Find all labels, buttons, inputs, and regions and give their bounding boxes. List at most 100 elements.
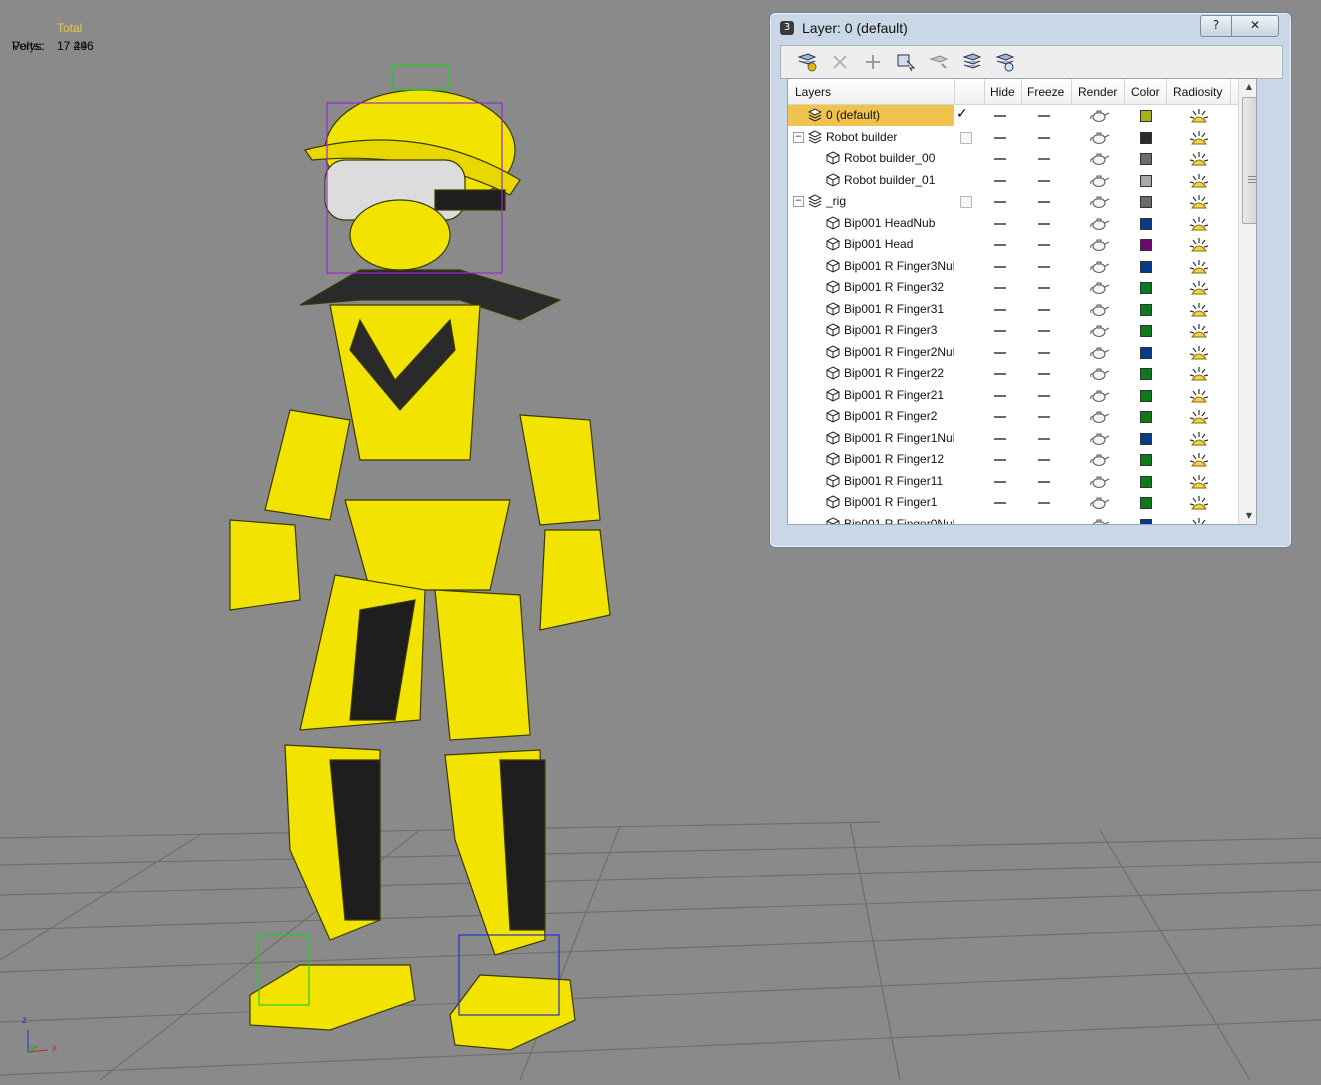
radiosity-icon[interactable] bbox=[1188, 472, 1210, 492]
hide-toggle[interactable] bbox=[994, 373, 1006, 375]
layer-row[interactable]: Bip001 R Finger0Nub bbox=[788, 514, 1256, 525]
hide-toggle[interactable] bbox=[994, 480, 1006, 483]
hide-toggle[interactable] bbox=[994, 351, 1006, 354]
layer-row[interactable]: Bip001 R Finger3 bbox=[788, 320, 1256, 342]
freeze-toggle[interactable] bbox=[1038, 416, 1050, 418]
render-teapot-icon[interactable] bbox=[1088, 217, 1110, 231]
layer-color-swatch[interactable] bbox=[1140, 432, 1152, 445]
radiosity-icon[interactable] bbox=[1188, 171, 1210, 191]
layer-color-swatch[interactable] bbox=[1140, 217, 1152, 230]
column-radiosity[interactable]: Radiosity bbox=[1173, 85, 1222, 99]
hide-toggle[interactable] bbox=[994, 136, 1006, 139]
render-teapot-icon[interactable] bbox=[1088, 260, 1110, 274]
layer-name-cell[interactable]: Bip001 R Finger0Nub bbox=[788, 514, 954, 524]
add-to-layer-icon[interactable] bbox=[862, 51, 884, 73]
layer-color-swatch[interactable] bbox=[1140, 303, 1152, 316]
layer-row[interactable]: Bip001 HeadNub bbox=[788, 213, 1256, 235]
freeze-toggle[interactable] bbox=[1038, 394, 1050, 397]
render-teapot-icon[interactable] bbox=[1088, 432, 1110, 446]
layer-name-cell[interactable]: Robot builder_00 bbox=[788, 148, 954, 169]
layer-row[interactable]: Bip001 R Finger11 bbox=[788, 471, 1256, 493]
layer-row[interactable]: Bip001 R Finger21 bbox=[788, 385, 1256, 407]
vertical-scrollbar[interactable]: ▲ ▼ bbox=[1238, 79, 1256, 524]
freeze-toggle[interactable] bbox=[1038, 437, 1050, 440]
hide-toggle[interactable] bbox=[994, 459, 1006, 461]
hide-toggle[interactable] bbox=[994, 115, 1006, 117]
layer-color-swatch[interactable] bbox=[1140, 110, 1152, 122]
layer-row[interactable]: Bip001 R Finger22 bbox=[788, 363, 1256, 385]
dialog-titlebar[interactable]: 3 Layer: 0 (default) ? ✕ bbox=[770, 13, 1291, 43]
active-layer-check-icon[interactable]: ✓ bbox=[956, 106, 972, 122]
scroll-thumb[interactable] bbox=[1242, 97, 1256, 224]
layer-color-swatch[interactable] bbox=[1140, 174, 1152, 187]
scroll-up-icon[interactable]: ▲ bbox=[1243, 82, 1255, 94]
layer-row[interactable]: Bip001 R Finger32 bbox=[788, 277, 1256, 299]
layer-color-swatch[interactable] bbox=[1140, 346, 1152, 359]
layer-row[interactable]: Bip001 R Finger3Nub bbox=[788, 256, 1256, 278]
layer-row[interactable]: Bip001 R Finger1Nub bbox=[788, 428, 1256, 450]
freeze-toggle[interactable] bbox=[1038, 373, 1050, 375]
layer-color-swatch[interactable] bbox=[1140, 411, 1152, 423]
radiosity-icon[interactable] bbox=[1188, 128, 1210, 148]
freeze-toggle[interactable] bbox=[1038, 523, 1050, 524]
column-hide[interactable]: Hide bbox=[990, 85, 1015, 99]
hide-toggle[interactable] bbox=[994, 437, 1006, 440]
hide-toggle[interactable] bbox=[994, 287, 1006, 289]
radiosity-icon[interactable] bbox=[1188, 364, 1210, 384]
render-teapot-icon[interactable] bbox=[1088, 238, 1110, 252]
render-teapot-icon[interactable] bbox=[1088, 109, 1110, 123]
layer-name-cell[interactable]: − Robot builder bbox=[788, 127, 954, 148]
layer-row[interactable]: − Robot builder bbox=[788, 127, 1256, 149]
radiosity-icon[interactable] bbox=[1188, 192, 1210, 212]
render-teapot-icon[interactable] bbox=[1088, 389, 1110, 403]
layer-color-swatch[interactable] bbox=[1140, 131, 1152, 144]
layer-color-swatch[interactable] bbox=[1140, 282, 1152, 294]
layer-name-cell[interactable]: Bip001 R Finger31 bbox=[788, 299, 954, 320]
layer-row[interactable]: Bip001 R Finger2 bbox=[788, 406, 1256, 428]
active-layer-checkbox[interactable] bbox=[960, 131, 972, 144]
close-button[interactable]: ✕ bbox=[1231, 15, 1279, 37]
render-teapot-icon[interactable] bbox=[1088, 453, 1110, 467]
freeze-toggle[interactable] bbox=[1038, 287, 1050, 289]
radiosity-icon[interactable] bbox=[1188, 450, 1210, 470]
render-teapot-icon[interactable] bbox=[1088, 131, 1110, 145]
freeze-toggle[interactable] bbox=[1038, 330, 1050, 332]
layer-name-cell[interactable]: Bip001 R Finger1 bbox=[788, 492, 954, 513]
layer-row[interactable]: − _rig bbox=[788, 191, 1256, 213]
radiosity-icon[interactable] bbox=[1188, 235, 1210, 255]
layer-name-cell[interactable]: 0 (default) bbox=[788, 105, 954, 126]
render-teapot-icon[interactable] bbox=[1088, 410, 1110, 424]
freeze-toggle[interactable] bbox=[1038, 308, 1050, 311]
freeze-all-icon[interactable] bbox=[994, 51, 1016, 73]
hide-toggle[interactable] bbox=[994, 416, 1006, 418]
freeze-toggle[interactable] bbox=[1038, 222, 1050, 225]
layer-name-cell[interactable]: Bip001 R Finger3Nub bbox=[788, 256, 954, 277]
help-button[interactable]: ? bbox=[1200, 15, 1232, 37]
radiosity-icon[interactable] bbox=[1188, 106, 1210, 126]
layer-name-cell[interactable]: Bip001 Head bbox=[788, 234, 954, 255]
layer-name-cell[interactable]: Bip001 R Finger12 bbox=[788, 449, 954, 470]
render-teapot-icon[interactable] bbox=[1088, 324, 1110, 338]
layer-manager-dialog[interactable]: 3 Layer: 0 (default) ? ✕ Layers Hide Fre… bbox=[769, 12, 1292, 548]
render-teapot-icon[interactable] bbox=[1088, 496, 1110, 510]
radiosity-icon[interactable] bbox=[1188, 321, 1210, 341]
render-teapot-icon[interactable] bbox=[1088, 475, 1110, 489]
radiosity-icon[interactable] bbox=[1188, 149, 1210, 169]
select-objects-icon[interactable] bbox=[895, 51, 917, 73]
layer-name-cell[interactable]: Robot builder_01 bbox=[788, 170, 954, 191]
layer-name-cell[interactable]: Bip001 R Finger11 bbox=[788, 471, 954, 492]
layer-row[interactable]: Robot builder_01 bbox=[788, 170, 1256, 192]
hide-all-icon[interactable] bbox=[961, 51, 983, 73]
layer-name-cell[interactable]: Bip001 R Finger2Nub bbox=[788, 342, 954, 363]
hide-toggle[interactable] bbox=[994, 265, 1006, 268]
radiosity-icon[interactable] bbox=[1188, 300, 1210, 320]
render-teapot-icon[interactable] bbox=[1088, 152, 1110, 166]
radiosity-icon[interactable] bbox=[1188, 515, 1210, 525]
column-layers[interactable]: Layers bbox=[795, 85, 831, 99]
hide-toggle[interactable] bbox=[994, 158, 1006, 160]
create-layer-icon[interactable] bbox=[796, 51, 818, 73]
layer-name-cell[interactable]: Bip001 R Finger22 bbox=[788, 363, 954, 384]
render-teapot-icon[interactable] bbox=[1088, 346, 1110, 360]
layer-name-cell[interactable]: Bip001 HeadNub bbox=[788, 213, 954, 234]
freeze-toggle[interactable] bbox=[1038, 265, 1050, 268]
